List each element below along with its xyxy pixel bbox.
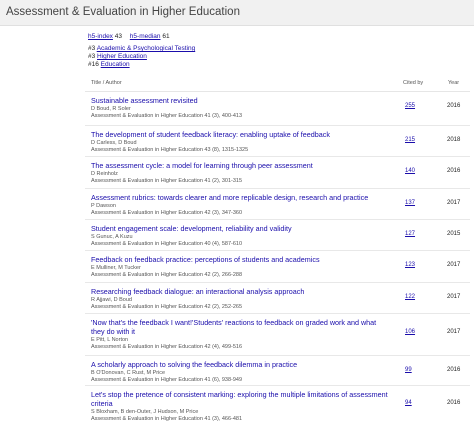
table-row: The development of student feedback lite… bbox=[85, 126, 470, 157]
article-authors: D Reinholz bbox=[91, 171, 118, 177]
cited-by-link[interactable]: 122 bbox=[405, 294, 415, 300]
cited-by-link[interactable]: 255 bbox=[405, 103, 415, 109]
article-year: 2017 bbox=[447, 200, 461, 206]
article-year: 2018 bbox=[447, 137, 461, 143]
page-header: Assessment & Evaluation in Higher Educat… bbox=[0, 0, 474, 26]
article-venue: Assessment & Evaluation in Higher Educat… bbox=[91, 178, 243, 184]
table-row: Feedback on feedback practice: perceptio… bbox=[85, 251, 470, 283]
article-venue: Assessment & Evaluation in Higher Educat… bbox=[91, 272, 243, 278]
article-year: 2016 bbox=[447, 168, 461, 174]
article-year: 2017 bbox=[447, 262, 461, 268]
table-row: Assessment rubrics: towards clearer and … bbox=[85, 189, 470, 220]
article-authors: S Bloxham, B den-Outer, J Hudson, M Pric… bbox=[91, 409, 199, 415]
category-item: #3 Academic & Psychological Testing bbox=[88, 45, 195, 53]
category-rank: #3 bbox=[88, 45, 96, 52]
article-venue: Assessment & Evaluation in Higher Educat… bbox=[91, 344, 243, 350]
article-authors: E Pitt, L Norton bbox=[91, 337, 129, 343]
article-title-link[interactable]: Sustainable assessment revisited bbox=[91, 96, 391, 105]
table-row: Sustainable assessment revisited D Boud,… bbox=[85, 92, 470, 126]
category-rank: #16 bbox=[88, 61, 99, 68]
table-row: Student engagement scale: development, r… bbox=[85, 220, 470, 251]
cited-by-link[interactable]: 140 bbox=[405, 168, 415, 174]
category-link[interactable]: Higher Education bbox=[97, 53, 147, 60]
metrics-panel: h5-index 43 h5-median 61 #3 Academic & P… bbox=[88, 33, 195, 69]
category-link[interactable]: Education bbox=[101, 61, 130, 68]
article-title-link[interactable]: Student engagement scale: development, r… bbox=[91, 224, 391, 233]
article-venue: Assessment & Evaluation in Higher Educat… bbox=[91, 113, 243, 119]
article-title-link[interactable]: 'Now that's the feedback I want!'Student… bbox=[91, 318, 391, 336]
table-row: Researching feedback dialogue: an intera… bbox=[85, 283, 470, 314]
article-year: 2017 bbox=[447, 329, 461, 335]
publications-table: Title / Author Cited by Year Sustainable… bbox=[85, 73, 470, 424]
article-authors: E Mulliner, M Tucker bbox=[91, 265, 141, 271]
category-item: #16 Education bbox=[88, 61, 195, 69]
cited-by-link[interactable]: 94 bbox=[405, 400, 412, 406]
h5-index-value: 43 bbox=[114, 33, 122, 40]
category-rank: #3 bbox=[88, 53, 96, 60]
category-list: #3 Academic & Psychological Testing #3 H… bbox=[88, 45, 195, 69]
article-authors: B O'Donovan, C Rust, M Price bbox=[91, 370, 166, 376]
article-venue: Assessment & Evaluation in Higher Educat… bbox=[91, 210, 243, 216]
column-header-title: Title / Author bbox=[91, 80, 122, 86]
article-year: 2016 bbox=[447, 367, 461, 373]
article-year: 2015 bbox=[447, 231, 461, 237]
cited-by-link[interactable]: 123 bbox=[405, 262, 415, 268]
page-title: Assessment & Evaluation in Higher Educat… bbox=[6, 6, 240, 18]
table-header: Title / Author Cited by Year bbox=[85, 73, 470, 92]
table-row: A scholarly approach to solving the feed… bbox=[85, 356, 470, 386]
h5-median-value: 61 bbox=[162, 33, 170, 40]
cited-by-link[interactable]: 99 bbox=[405, 367, 412, 373]
cited-by-link[interactable]: 127 bbox=[405, 231, 415, 237]
h5-index[interactable]: h5-index 43 bbox=[88, 33, 122, 40]
article-authors: R Ajjawi, D Boud bbox=[91, 297, 132, 303]
article-venue: Assessment & Evaluation in Higher Educat… bbox=[91, 416, 243, 422]
article-venue: Assessment & Evaluation in Higher Educat… bbox=[91, 147, 249, 153]
h5-index-link[interactable]: h5-index bbox=[88, 33, 113, 40]
article-title-link[interactable]: Let's stop the pretence of consistent ma… bbox=[91, 390, 391, 408]
article-year: 2016 bbox=[447, 400, 461, 406]
article-venue: Assessment & Evaluation in Higher Educat… bbox=[91, 304, 243, 310]
h5-metrics: h5-index 43 h5-median 61 bbox=[88, 33, 195, 41]
table-row: Let's stop the pretence of consistent ma… bbox=[85, 386, 470, 424]
article-venue: Assessment & Evaluation in Higher Educat… bbox=[91, 241, 243, 247]
article-venue: Assessment & Evaluation in Higher Educat… bbox=[91, 377, 243, 383]
article-title-link[interactable]: Researching feedback dialogue: an intera… bbox=[91, 287, 391, 296]
table-row: 'Now that's the feedback I want!'Student… bbox=[85, 314, 470, 356]
category-item: #3 Higher Education bbox=[88, 53, 195, 61]
article-title-link[interactable]: The development of student feedback lite… bbox=[91, 130, 391, 139]
article-title-link[interactable]: A scholarly approach to solving the feed… bbox=[91, 360, 391, 369]
article-authors: S Gunuc, A Kuzu bbox=[91, 234, 133, 240]
article-title-link[interactable]: Feedback on feedback practice: perceptio… bbox=[91, 255, 391, 264]
cited-by-link[interactable]: 106 bbox=[405, 329, 415, 335]
article-authors: P Dawson bbox=[91, 203, 116, 209]
column-header-cited-by: Cited by bbox=[403, 80, 424, 86]
table-row: The assessment cycle: a model for learni… bbox=[85, 157, 470, 189]
article-year: 2016 bbox=[447, 103, 461, 109]
category-link[interactable]: Academic & Psychological Testing bbox=[97, 45, 196, 52]
article-title-link[interactable]: Assessment rubrics: towards clearer and … bbox=[91, 193, 391, 202]
article-authors: D Carless, D Boud bbox=[91, 140, 137, 146]
article-authors: D Boud, R Soler bbox=[91, 106, 131, 112]
h5-median[interactable]: h5-median 61 bbox=[130, 33, 170, 40]
cited-by-link[interactable]: 137 bbox=[405, 200, 415, 206]
h5-median-link[interactable]: h5-median bbox=[130, 33, 161, 40]
article-year: 2017 bbox=[447, 294, 461, 300]
cited-by-link[interactable]: 215 bbox=[405, 137, 415, 143]
article-title-link[interactable]: The assessment cycle: a model for learni… bbox=[91, 161, 391, 170]
column-header-year: Year bbox=[448, 80, 460, 86]
